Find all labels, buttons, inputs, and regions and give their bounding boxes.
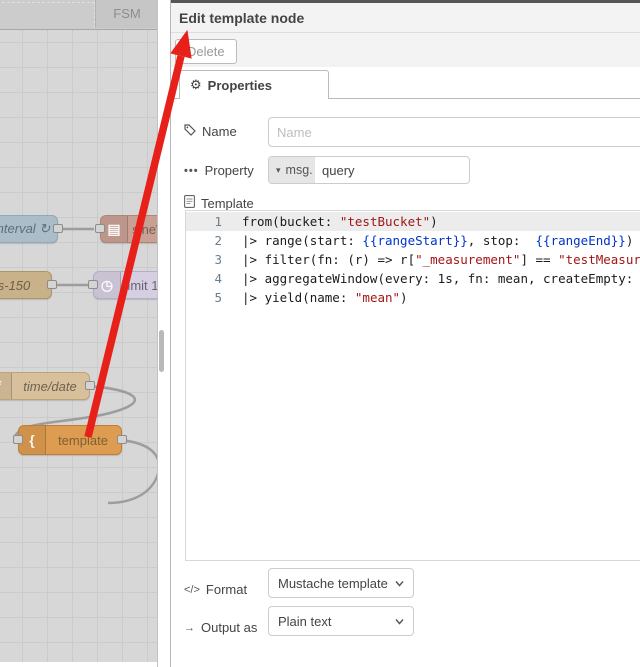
node-label: limit 1 ms bbox=[124, 277, 158, 293]
tray-toolbar: Delete bbox=[171, 33, 640, 67]
template-code[interactable]: 1 from(bucket: "testBucket") 2 |> range(sta… bbox=[186, 212, 640, 307]
format-select[interactable]: Mustache template bbox=[268, 568, 414, 598]
delete-button[interactable]: Delete bbox=[175, 39, 237, 64]
code-text: from(bucket: "testBucket") bbox=[242, 214, 438, 229]
node-label: template bbox=[58, 432, 108, 448]
code-line-5[interactable]: 5 |> yield(name: "mean") bbox=[186, 288, 640, 307]
gear-icon: ⚙ bbox=[190, 77, 202, 92]
format-label: </> Format bbox=[184, 582, 248, 597]
node-label: s-150 bbox=[0, 277, 31, 293]
code-text: |> yield(name: "mean") bbox=[242, 290, 408, 305]
tag-icon bbox=[184, 124, 196, 139]
property-type-button[interactable]: ▾ msg. bbox=[269, 157, 315, 183]
format-select-value: Mustache template bbox=[278, 575, 388, 591]
code-text: |> aggregateWindow(every: 1s, fn: mean, … bbox=[242, 271, 634, 286]
arrow-right-icon: → bbox=[184, 621, 195, 634]
tab-properties-label: Properties bbox=[207, 77, 272, 93]
property-label: ••• Property bbox=[184, 163, 254, 178]
code-line-2[interactable]: 2 |> range(start: {{rangeStart}}, stop: {… bbox=[186, 231, 640, 250]
line-number: 2 bbox=[214, 233, 222, 248]
line-number: 4 bbox=[214, 271, 222, 286]
delay-icon: ◷ bbox=[94, 272, 121, 298]
chevron-down-icon bbox=[395, 579, 404, 588]
output-port[interactable] bbox=[117, 435, 127, 444]
flow-node-sinewave[interactable]: ▤sineWave bbox=[95, 215, 157, 243]
vertical-scrollbar-track[interactable] bbox=[158, 0, 170, 667]
vertical-scrollbar-thumb[interactable] bbox=[159, 330, 164, 372]
property-typed-input[interactable]: ▾ msg. query bbox=[268, 156, 470, 184]
wire-layer[interactable] bbox=[0, 0, 157, 667]
wave-icon: ▤ bbox=[101, 216, 128, 242]
flow-node-template[interactable]: { template bbox=[13, 425, 127, 455]
ellipsis-icon: ••• bbox=[184, 164, 199, 177]
code-text: |> filter(fn: (r) => r["_measurement"] =… bbox=[242, 252, 640, 267]
name-label: Name bbox=[184, 124, 237, 139]
name-input[interactable] bbox=[268, 117, 640, 147]
chevron-down-icon bbox=[395, 617, 404, 626]
caret-down-icon: ▾ bbox=[276, 164, 281, 175]
flow-node-interval[interactable]: interval ↻ bbox=[0, 215, 63, 243]
tray-tabs: ⚙ Properties bbox=[171, 70, 640, 99]
flow-node-time-date[interactable]: ftime/date bbox=[0, 372, 95, 400]
tray-title: Edit template node bbox=[171, 3, 640, 33]
output-as-label: → Output as bbox=[184, 620, 258, 635]
property-value[interactable]: query bbox=[315, 157, 469, 183]
property-prefix: msg. bbox=[285, 163, 313, 177]
flow-node-limit[interactable]: ◷limit 1 ms bbox=[88, 271, 158, 299]
input-port[interactable] bbox=[88, 280, 98, 289]
code-brackets-icon: </> bbox=[184, 583, 200, 596]
line-number: 1 bbox=[214, 214, 222, 229]
line-number: 3 bbox=[214, 252, 222, 267]
output-port[interactable] bbox=[47, 280, 57, 289]
template-brace-icon: { bbox=[19, 426, 46, 454]
code-line-3[interactable]: 3 |> filter(fn: (r) => r["_measurement"] … bbox=[186, 250, 640, 269]
line-number: 5 bbox=[214, 290, 222, 305]
code-line-1[interactable]: 1 from(bucket: "testBucket") bbox=[186, 212, 640, 231]
input-port[interactable] bbox=[13, 435, 23, 444]
tab-properties[interactable]: ⚙ Properties bbox=[179, 70, 329, 99]
flow-node-s-150[interactable]: s-150 bbox=[0, 271, 57, 299]
node-red-editor: interval ↻ ▤sineWave s-150 ◷limit 1 ms ftime… bbox=[0, 0, 640, 667]
output-as-select-value: Plain text bbox=[278, 613, 332, 629]
input-port[interactable] bbox=[95, 224, 105, 233]
flow-canvas[interactable]: interval ↻ ▤sineWave s-150 ◷limit 1 ms ftime… bbox=[0, 0, 158, 667]
template-code-editor[interactable]: 1 from(bucket: "testBucket") 2 |> range(sta… bbox=[185, 210, 640, 561]
output-port[interactable] bbox=[53, 224, 63, 233]
code-text: |> range(start: {{rangeStart}}, stop: {{… bbox=[242, 233, 634, 248]
edit-tray: Edit template node Delete ⚙ Properties N… bbox=[170, 0, 640, 667]
node-label: sineWave bbox=[132, 221, 157, 237]
template-label: Template bbox=[184, 195, 254, 211]
node-label: time/date bbox=[23, 378, 77, 394]
output-port[interactable] bbox=[85, 381, 95, 390]
code-line-4[interactable]: 4 |> aggregateWindow(every: 1s, fn: mean,… bbox=[186, 269, 640, 288]
node-label: interval ↻ bbox=[0, 221, 51, 236]
file-code-icon bbox=[184, 195, 195, 211]
output-as-select[interactable]: Plain text bbox=[268, 606, 414, 636]
